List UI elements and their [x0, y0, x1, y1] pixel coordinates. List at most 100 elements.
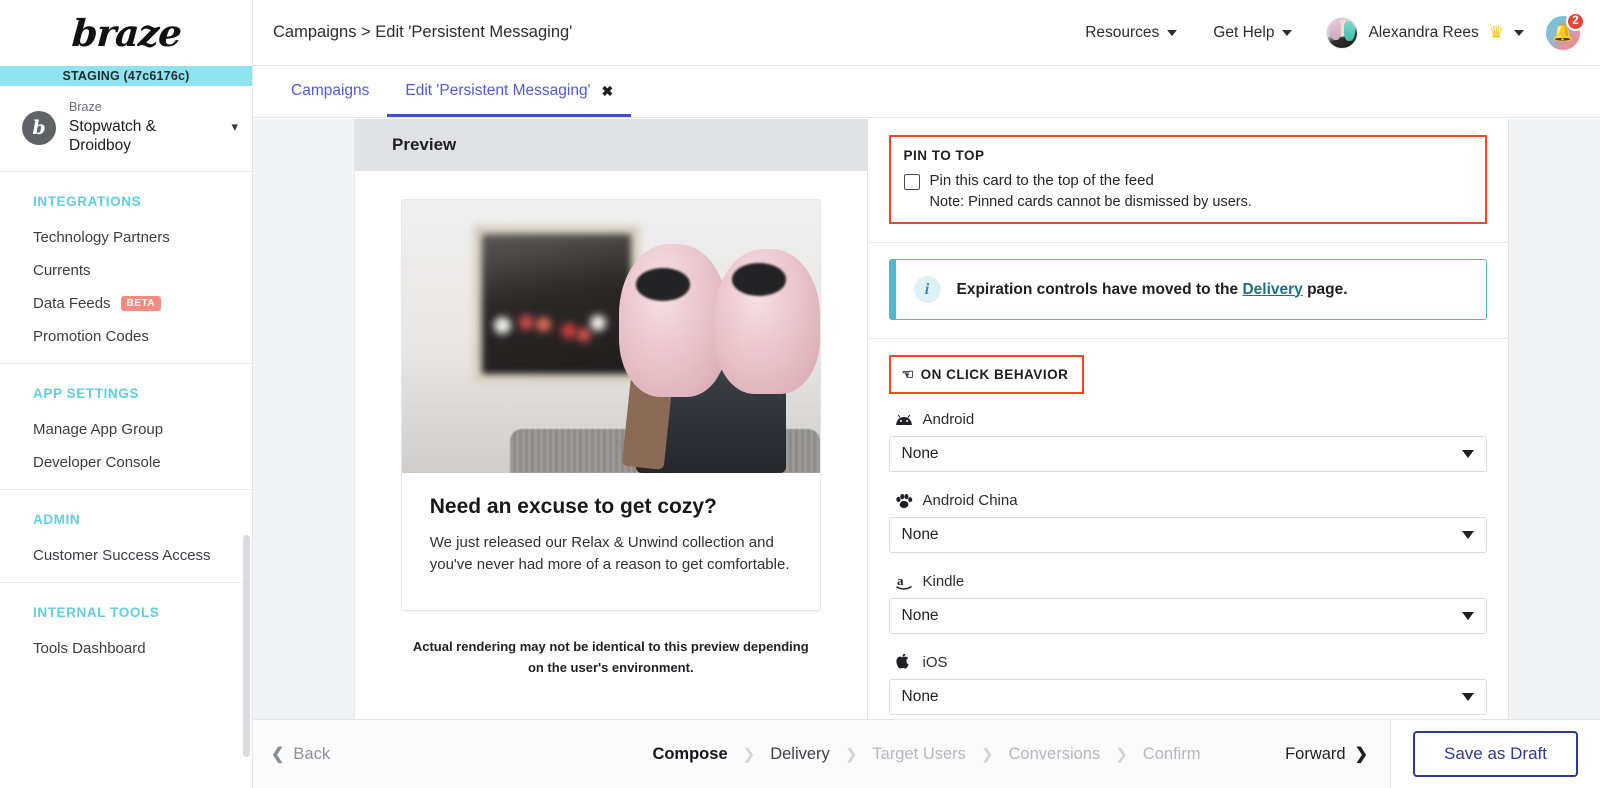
on-click-behavior-highlight: ☜ ON CLICK BEHAVIOR: [889, 355, 1085, 394]
step-delivery[interactable]: Delivery: [770, 745, 830, 764]
android-icon: [895, 410, 914, 429]
workspace-avatar: b: [22, 111, 56, 145]
nav-group-integrations: INTEGRATIONS Technology Partners Current…: [0, 172, 252, 364]
step-confirm[interactable]: Confirm: [1143, 745, 1201, 764]
info-text-before: Expiration controls have moved to the: [957, 281, 1243, 298]
kindle-click-behavior-select[interactable]: None: [889, 598, 1487, 634]
sidebar-item-developer-console[interactable]: Developer Console: [0, 446, 252, 479]
svg-text:a: a: [897, 573, 904, 588]
tab-bar: Campaigns Edit 'Persistent Messaging' ✖: [253, 66, 1600, 118]
content-area: Preview: [253, 119, 1600, 719]
bokeh-light: [494, 317, 511, 334]
step-compose[interactable]: Compose: [652, 745, 727, 764]
paw-icon: [895, 491, 914, 510]
android-china-click-behavior-select[interactable]: None: [889, 517, 1487, 553]
android-click-behavior-select[interactable]: None: [889, 436, 1487, 472]
on-click-behavior-section: ☜ ON CLICK BEHAVIOR Android: [868, 339, 1508, 737]
card-body: We just released our Relax & Unwind coll…: [430, 532, 792, 576]
tab-campaigns[interactable]: Campaigns: [273, 82, 387, 117]
sidebar-item-label: Currents: [33, 262, 91, 279]
bokeh-light: [590, 315, 606, 331]
info-banner: i Expiration controls have moved to the …: [889, 259, 1487, 320]
workspace-app-group: Stopwatch & Droidboy: [69, 117, 199, 156]
close-icon[interactable]: ✖: [602, 83, 614, 100]
back-label: Back: [293, 745, 330, 764]
sidebar-item-customer-success-access[interactable]: Customer Success Access: [0, 539, 252, 572]
app-root: braze STAGING (47c6176c) b Braze Stopwat…: [0, 0, 1600, 788]
preview-header: Preview: [355, 119, 867, 171]
field-label-android-china: Android China: [889, 491, 1487, 510]
sidebar-item-label: Developer Console: [33, 454, 161, 471]
sidebar-scrollbar[interactable]: [243, 535, 250, 757]
sidebar-item-tools-dashboard[interactable]: Tools Dashboard: [0, 632, 252, 665]
nav-heading-admin: ADMIN: [0, 512, 252, 539]
field-kindle: a Kindle None: [889, 572, 1487, 634]
resources-menu[interactable]: Resources: [1067, 24, 1195, 42]
slipper-shape: [619, 244, 728, 397]
chevron-down-icon: [1514, 30, 1524, 36]
braze-logo: braze: [70, 11, 182, 55]
hand-click-icon: ☜: [902, 366, 915, 383]
forward-label: Forward: [1285, 745, 1346, 764]
nav-heading-internal-tools: INTERNAL TOOLS: [0, 605, 252, 632]
left-gutter: [253, 119, 355, 719]
sidebar-item-currents[interactable]: Currents: [0, 254, 252, 287]
pin-to-top-checkbox[interactable]: [904, 174, 920, 190]
user-menu[interactable]: Alexandra Rees ♛: [1310, 17, 1534, 49]
nav-group-admin: ADMIN Customer Success Access: [0, 490, 252, 583]
info-banner-text: Expiration controls have moved to the De…: [957, 281, 1348, 299]
sidebar-item-promotion-codes[interactable]: Promotion Codes: [0, 320, 252, 353]
get-help-menu[interactable]: Get Help: [1195, 24, 1310, 42]
info-text-after: page.: [1303, 281, 1348, 298]
ios-click-behavior-select[interactable]: None: [889, 679, 1487, 715]
chevron-down-icon[interactable]: ▾: [231, 119, 238, 137]
sidebar-item-technology-partners[interactable]: Technology Partners: [0, 221, 252, 254]
select-value: None: [902, 445, 1462, 463]
bokeh-light: [536, 317, 551, 332]
beta-badge: BETA: [121, 296, 161, 311]
sidebar-item-manage-app-group[interactable]: Manage App Group: [0, 413, 252, 446]
notifications-button[interactable]: 🔔 2: [1546, 16, 1580, 50]
nav-group-internal-tools: INTERNAL TOOLS Tools Dashboard: [0, 583, 252, 675]
top-bar: Campaigns > Edit 'Persistent Messaging' …: [253, 0, 1600, 66]
breadcrumb: Campaigns > Edit 'Persistent Messaging': [273, 23, 572, 42]
workspace-company: Braze: [69, 100, 218, 116]
wizard-steps: Compose ❯ Delivery ❯ Target Users ❯ Conv…: [652, 745, 1200, 764]
avatar: [1326, 17, 1358, 49]
settings-panel: PIN TO TOP Pin this card to the top of t…: [868, 119, 1509, 719]
tab-edit-persistent-messaging[interactable]: Edit 'Persistent Messaging' ✖: [387, 82, 631, 117]
bokeh-light: [519, 315, 534, 330]
info-icon: i: [914, 276, 941, 303]
delivery-link[interactable]: Delivery: [1242, 281, 1302, 298]
preview-body: Need an excuse to get cozy? We just rele…: [355, 171, 867, 678]
select-value: None: [902, 688, 1462, 706]
sidebar-item-label: Manage App Group: [33, 421, 163, 438]
expiration-info-section: i Expiration controls have moved to the …: [868, 243, 1508, 339]
sidebar-item-data-feeds[interactable]: Data Feeds BETA: [0, 287, 252, 320]
chevron-down-icon: [1462, 612, 1474, 620]
apple-icon: [895, 653, 914, 672]
field-android-china: Android China None: [889, 491, 1487, 553]
resources-label: Resources: [1085, 24, 1159, 42]
sidebar-item-label: Customer Success Access: [33, 547, 211, 564]
field-ios: iOS None: [889, 653, 1487, 715]
pin-to-top-checkbox-row[interactable]: Pin this card to the top of the feed: [904, 172, 1472, 190]
field-label-text: iOS: [923, 654, 948, 671]
select-value: None: [902, 607, 1462, 625]
sidebar-nav: INTEGRATIONS Technology Partners Current…: [0, 172, 252, 675]
staging-banner: STAGING (47c6176c): [0, 66, 252, 86]
workspace-switcher[interactable]: b Braze Stopwatch & Droidboy ▾: [0, 86, 252, 172]
step-target-users[interactable]: Target Users: [872, 745, 966, 764]
field-android: Android None: [889, 410, 1487, 472]
back-button[interactable]: ❮ Back: [253, 744, 330, 764]
step-separator-icon: ❯: [1115, 745, 1128, 763]
chevron-down-icon: [1462, 531, 1474, 539]
save-as-draft-button[interactable]: Save as Draft: [1413, 731, 1578, 777]
field-label-text: Android China: [923, 492, 1018, 509]
forward-button[interactable]: Forward ❯: [1285, 744, 1390, 764]
step-conversions[interactable]: Conversions: [1009, 745, 1101, 764]
card-image: [402, 200, 820, 473]
sidebar-item-label: Technology Partners: [33, 229, 170, 246]
brand-header[interactable]: braze: [0, 0, 252, 66]
chevron-right-icon: ❯: [1355, 744, 1368, 764]
